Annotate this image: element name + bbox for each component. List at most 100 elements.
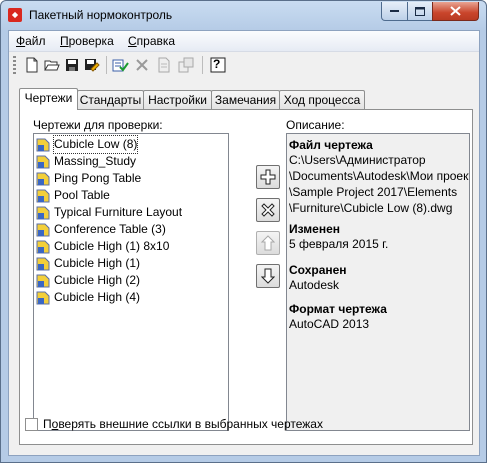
new-icon [26,57,38,73]
file-heading: Файл чертежа [289,138,373,152]
copy-icon [158,57,170,73]
menu-bar: Файл Проверка Справка [9,31,479,52]
tab-settings[interactable]: Настройки [143,90,212,109]
check-icon [112,59,129,72]
list-item-label: Cubicle High (1) 8x10 [54,239,170,253]
delete-button[interactable] [132,55,152,75]
tab-progress[interactable]: Ход процесса [279,90,365,109]
list-item-label: Ping Pong Table [54,171,142,185]
list-item[interactable]: Massing_Study [36,153,136,170]
list-item-label: Typical Furniture Layout [54,205,183,219]
menu-check-label: роверка [68,34,114,48]
list-item[interactable]: Typical Furniture Layout [36,204,182,221]
modified-heading: Изменен [289,222,341,236]
close-button[interactable] [432,2,479,21]
saved-heading: Сохранен [289,263,347,277]
dwg-file-icon [36,240,50,254]
dwg-file-icon [36,138,50,152]
list-item-label: Conference Table (3) [54,222,166,236]
modified-value: 5 февраля 2015 г. [289,237,389,251]
plus-icon [260,169,276,185]
saved-value: Autodesk [289,278,340,292]
remove-drawing-button[interactable] [256,198,280,222]
toolbar-separator [202,56,203,74]
tab-drawings[interactable]: Чертежи [19,88,78,110]
help-button[interactable]: ? [208,55,228,75]
drawings-label: Чертежи для проверки: [33,118,163,132]
list-item[interactable]: Cubicle High (4) [36,289,140,306]
main-window: Пакетный нормоконтроль Файл Проверка Спр… [0,0,487,463]
new-button[interactable] [22,55,42,75]
dwg-file-icon [36,189,50,203]
dwg-file-icon [36,155,50,169]
toolbar-grip[interactable] [13,56,16,74]
list-item-label: Cubicle High (4) [54,290,141,304]
dwg-file-icon [36,223,50,237]
maximize-icon [415,6,425,16]
description-label: Описание: [286,118,345,132]
arrow-down-icon [261,268,275,284]
help-glyph: ? [213,57,221,71]
check-button[interactable] [110,55,130,75]
remove-icon [261,203,275,217]
menu-help[interactable]: Справка [128,34,175,48]
toolbar-separator [106,56,107,74]
arrow-up-icon [261,235,275,251]
move-down-button[interactable] [256,264,280,288]
menu-file[interactable]: Файл [16,34,46,48]
open-button[interactable] [42,55,62,75]
check-xrefs-checkbox[interactable] [25,417,38,431]
save-as-icon [85,59,100,72]
menu-help-label: правка [136,34,176,48]
dwg-file-icon [36,257,50,271]
add-drawing-button[interactable] [256,165,280,189]
tab-standards[interactable]: Стандарты [77,90,144,109]
check-xrefs-label: Поверять внешние ссылки в выбранных черт… [43,417,323,431]
drawings-panel: Чертежи для проверки: Cubicle Low (8) Ma… [19,109,473,445]
settings-button[interactable] [176,55,196,75]
list-item[interactable]: Ping Pong Table [36,170,141,187]
list-item-label: Cubicle High (1) [54,256,141,270]
dwg-file-icon [36,274,50,288]
open-icon [44,60,60,71]
dwg-file-icon [36,206,50,220]
list-item-label: Pool Table [54,188,110,202]
minimize-button[interactable] [381,2,408,21]
drawings-list[interactable]: Cubicle Low (8) Massing_Study Ping Pong … [33,133,229,431]
check-xrefs-option[interactable]: Поверять внешние ссылки в выбранных черт… [25,417,323,431]
save-button[interactable] [62,55,82,75]
dwg-file-icon [36,172,50,186]
list-item[interactable]: Conference Table (3) [36,221,166,238]
copy-button[interactable] [154,55,174,75]
list-item[interactable]: Pool Table [36,187,110,204]
format-heading: Формат чертежа [289,302,387,316]
maximize-button[interactable] [407,2,433,21]
client-area: Файл Проверка Справка ? Чертежи Стандарт… [8,30,480,456]
save-icon [66,59,78,71]
move-up-button[interactable] [256,231,280,255]
check-xrefs-accel: о [51,417,59,431]
menu-file-accel: Ф [16,34,26,48]
window-title: Пакетный нормоконтроль [29,8,173,22]
title-bar[interactable]: Пакетный нормоконтроль [1,1,486,30]
list-item[interactable]: Cubicle High (1) [36,255,140,272]
list-item[interactable]: Cubicle Low (8) [36,135,139,154]
list-item[interactable]: Cubicle High (1) 8x10 [36,238,169,255]
delete-icon [136,59,148,71]
minimize-icon [389,10,399,12]
toolbar: ? [9,52,479,78]
file-path: C:\Users\Администратор \Documents\Autode… [289,153,469,215]
tab-remarks[interactable]: Замечания [211,90,280,109]
menu-check-accel: П [60,34,69,48]
description-box: Файл чертежа C:\Users\Администратор \Doc… [286,133,470,431]
save-as-button[interactable] [82,55,102,75]
list-item[interactable]: Cubicle High (2) [36,272,140,289]
menu-file-label: айл [25,34,46,48]
menu-help-accel: С [128,34,137,48]
format-value: AutoCAD 2013 [289,317,370,331]
menu-check[interactable]: Проверка [60,34,114,48]
settings-icon [178,57,194,73]
list-item-label: Massing_Study [54,154,137,168]
app-icon [8,8,22,22]
dwg-file-icon [36,291,50,305]
